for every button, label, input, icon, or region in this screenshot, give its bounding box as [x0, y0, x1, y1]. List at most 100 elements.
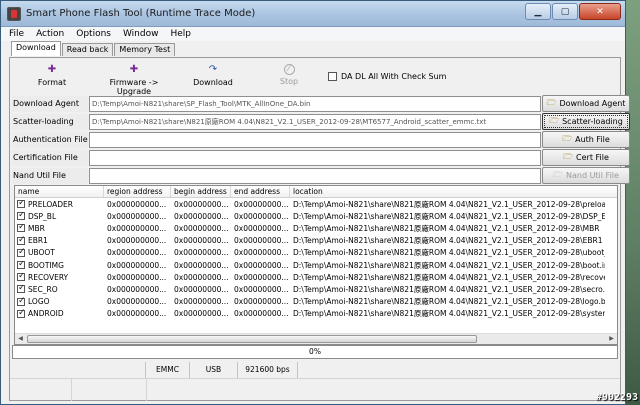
- row-checkbox[interactable]: [17, 285, 26, 294]
- row-name: RECOVERY: [28, 272, 69, 282]
- table-row[interactable]: BOOTIMG 0x000000000... 0x00000000... 0x0000…: [15, 259, 617, 271]
- da-dl-checksum-checkbox[interactable]: DA DL All With Check Sum: [328, 72, 446, 81]
- row-name-cell: UBOOT: [15, 248, 104, 257]
- download-agent-label: Download Agent: [12, 96, 88, 112]
- scatter-input[interactable]: D:\Temp\Amoi-N821\share\N821原廠ROM 4.04\N…: [89, 114, 541, 130]
- column-header-region[interactable]: region address: [104, 186, 171, 197]
- row-location-cell: D:\Temp\Amoi-N821\share\N821原廠ROM 4.04\N…: [293, 309, 605, 319]
- column-header-name[interactable]: name: [15, 186, 104, 197]
- menu-action[interactable]: Action: [36, 29, 64, 39]
- status2-cell: [147, 379, 619, 401]
- row-region-cell: 0x000000000...: [107, 272, 167, 282]
- app-window: Smart Phone Flash Tool (Runtime Trace Mo…: [0, 0, 630, 405]
- minimize-button[interactable]: ▁: [525, 3, 551, 20]
- tab-read-back[interactable]: Read back: [61, 43, 114, 56]
- status-bar-secondary: [10, 378, 620, 401]
- row-begin-cell: 0x00000000...: [174, 223, 229, 233]
- table-row[interactable]: SEC_RO 0x000000000... 0x00000000... 0x00000…: [15, 283, 617, 295]
- progress-bar: 0%: [12, 345, 618, 359]
- row-name: ANDROID: [28, 309, 64, 319]
- list-header: name region address begin address end ad…: [15, 186, 617, 198]
- scroll-thumb[interactable]: [27, 335, 477, 343]
- close-button[interactable]: ✕: [579, 3, 621, 20]
- window-title: Smart Phone Flash Tool (Runtime Trace Mo…: [26, 8, 256, 19]
- auth-label: Authentication File: [12, 132, 88, 148]
- cert-file-button[interactable]: 🗁 Cert File: [542, 149, 630, 166]
- table-row[interactable]: RECOVERY 0x000000000... 0x00000000... 0x000…: [15, 271, 617, 283]
- table-row[interactable]: EBR1 0x000000000... 0x00000000... 0x0000000…: [15, 235, 617, 247]
- nand-util-button-label: Nand Util File: [565, 171, 619, 180]
- row-name-cell: LOGO: [15, 297, 104, 306]
- row-location-cell: D:\Temp\Amoi-N821\share\N821原廠ROM 4.04\N…: [293, 199, 605, 209]
- row-region-cell: 0x000000000...: [107, 199, 167, 209]
- row-name-cell: MBR: [15, 224, 104, 233]
- row-name: UBOOT: [28, 248, 55, 258]
- row-checkbox[interactable]: [17, 297, 26, 306]
- status-bar: EMMC USB 921600 bps: [10, 362, 620, 378]
- column-header-begin[interactable]: begin address: [171, 186, 231, 197]
- horizontal-scrollbar[interactable]: ◀ ▶: [15, 333, 617, 344]
- da-dl-checksum-label: DA DL All With Check Sum: [341, 72, 447, 81]
- row-checkbox[interactable]: [17, 273, 26, 282]
- download-agent-button[interactable]: 🗁 Download Agent: [542, 95, 630, 112]
- row-end-cell: 0x00000000...: [234, 211, 289, 221]
- auth-file-button[interactable]: 🗁 Auth File: [542, 131, 630, 148]
- row-checkbox[interactable]: [17, 236, 26, 245]
- title-bar[interactable]: Smart Phone Flash Tool (Runtime Trace Mo…: [1, 1, 625, 27]
- status2-cell: [10, 379, 72, 401]
- scroll-right-icon[interactable]: ▶: [606, 334, 617, 344]
- row-region-cell: 0x000000000...: [107, 309, 167, 319]
- app-icon: [7, 6, 21, 21]
- maximize-button[interactable]: ▢: [552, 3, 578, 20]
- firmware-upgrade-button[interactable]: ✚ Firmware -> Upgrade: [94, 60, 174, 96]
- folder-icon: 🗁: [553, 169, 563, 179]
- download-button[interactable]: ↷ Download: [178, 60, 248, 92]
- row-name-cell: EBR1: [15, 236, 104, 245]
- format-button[interactable]: ✚ Format: [12, 60, 92, 92]
- row-checkbox[interactable]: [17, 261, 26, 270]
- checkbox-box: [328, 72, 337, 81]
- download-agent-input[interactable]: D:\Temp\Amoi-N821\share\SP_Flash_Tool\MT…: [89, 96, 541, 112]
- table-row[interactable]: LOGO 0x000000000... 0x00000000... 0x0000000…: [15, 296, 617, 308]
- table-row[interactable]: UBOOT 0x000000000... 0x00000000... 0x000000…: [15, 247, 617, 259]
- table-row[interactable]: ANDROID 0x000000000... 0x00000000... 0x0000…: [15, 308, 617, 320]
- download-icon: ↷: [208, 64, 218, 75]
- download-agent-button-label: Download Agent: [559, 99, 626, 108]
- row-region-cell: 0x000000000...: [107, 248, 167, 258]
- row-checkbox[interactable]: [17, 224, 26, 233]
- row-checkbox[interactable]: [17, 200, 26, 209]
- column-header-location[interactable]: location: [290, 186, 605, 197]
- column-header-end[interactable]: end address: [231, 186, 290, 197]
- row-begin-cell: 0x00000000...: [174, 248, 229, 258]
- scroll-left-icon[interactable]: ◀: [15, 334, 26, 344]
- row-checkbox[interactable]: [17, 309, 26, 318]
- row-name-cell: DSP_BL: [15, 212, 104, 221]
- auth-input[interactable]: [89, 132, 541, 148]
- menu-options[interactable]: Options: [76, 29, 111, 39]
- row-name-cell: RECOVERY: [15, 273, 104, 282]
- nand-input[interactable]: [89, 168, 541, 184]
- menu-file[interactable]: File: [9, 29, 24, 39]
- cert-input[interactable]: [89, 150, 541, 166]
- row-begin-cell: 0x00000000...: [174, 211, 229, 221]
- nand-util-button[interactable]: 🗁 Nand Util File: [542, 167, 630, 184]
- tab-download[interactable]: Download: [11, 41, 61, 56]
- row-begin-cell: 0x00000000...: [174, 236, 229, 246]
- table-row[interactable]: MBR 0x000000000... 0x00000000... 0x00000000…: [15, 222, 617, 234]
- row-begin-cell: 0x00000000...: [174, 309, 229, 319]
- status-cell-rest: [298, 362, 620, 378]
- row-checkbox[interactable]: [17, 248, 26, 257]
- stop-button[interactable]: ⁄ Stop: [264, 60, 314, 92]
- toolbar: ✚ Format ✚ Firmware -> Upgrade ↷ Downloa…: [12, 60, 618, 96]
- menu-help[interactable]: Help: [170, 29, 191, 39]
- table-row[interactable]: PRELOADER 0x000000000... 0x00000000... 0x00…: [15, 198, 617, 210]
- tab-memory-test[interactable]: Memory Test: [114, 43, 176, 56]
- window-controls: ▁ ▢ ✕: [524, 3, 621, 20]
- close-icon: ✕: [596, 6, 604, 17]
- scatter-loading-button[interactable]: 🗁 Scatter-loading: [542, 113, 630, 130]
- row-checkbox[interactable]: [17, 212, 26, 221]
- format-icon: ✚: [47, 64, 57, 75]
- status-storage: EMMC: [146, 362, 190, 378]
- table-row[interactable]: DSP_BL 0x000000000... 0x00000000... 0x00000…: [15, 210, 617, 222]
- menu-window[interactable]: Window: [123, 29, 159, 39]
